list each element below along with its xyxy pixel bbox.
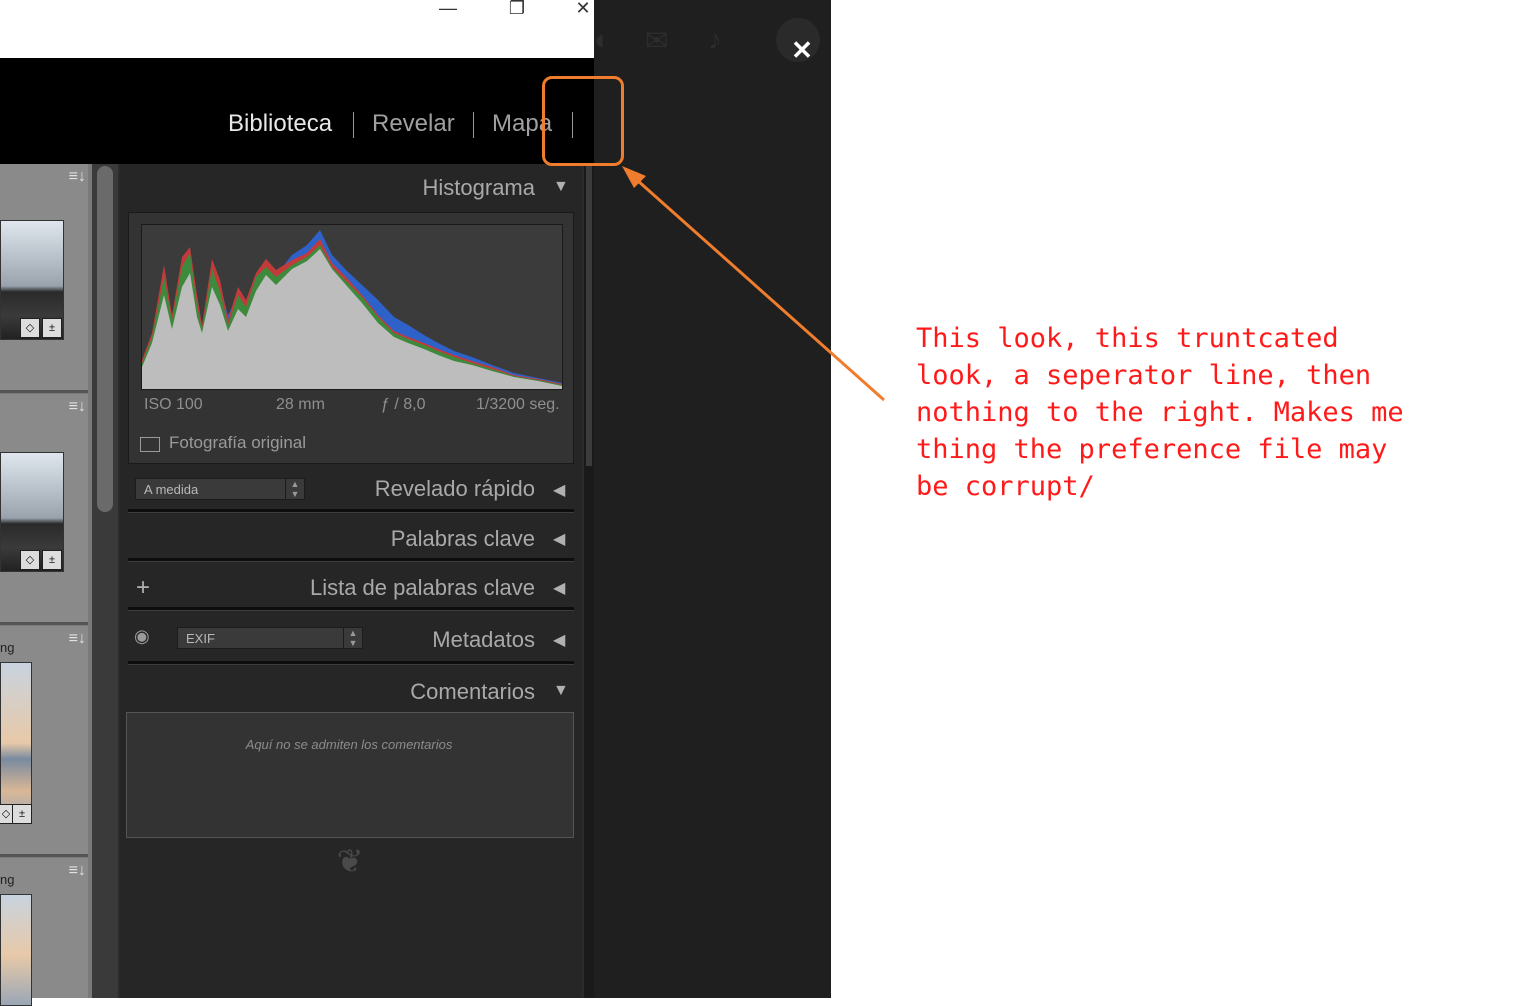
photo-thumbnail[interactable] <box>0 662 32 824</box>
comments-header[interactable]: Comentarios <box>330 679 535 705</box>
module-separator <box>473 112 474 138</box>
panel-divider <box>128 661 574 665</box>
sort-icon[interactable]: ≡↓ <box>69 862 86 880</box>
keyword-tag-icon: ◇ <box>20 550 40 570</box>
original-photo-checkbox[interactable] <box>140 437 160 452</box>
cell-caption: ng <box>0 640 15 655</box>
preset-value: A medida <box>144 482 199 497</box>
quick-develop-header[interactable]: Revelado rápido <box>320 476 535 502</box>
right-panel-scrollbar-thumb[interactable] <box>586 166 592 466</box>
shutter-speed: 1/3200 seg. <box>476 396 560 413</box>
comments-box[interactable] <box>126 712 574 838</box>
sort-icon[interactable]: ≡↓ <box>69 398 86 416</box>
collapse-left-icon[interactable]: ◀ <box>553 480 565 500</box>
window-close-button[interactable]: ✕ <box>572 0 594 20</box>
annotation-arrow <box>622 166 885 402</box>
grid-cell[interactable]: ng ≡↓ <box>0 858 88 1006</box>
histogram-curve <box>142 230 562 389</box>
collapse-left-icon[interactable]: ◀ <box>553 630 565 650</box>
add-keyword-button[interactable]: + <box>136 574 150 602</box>
aperture-value: ƒ / 8,0 <box>381 396 426 413</box>
annotation-text: This look, this truntcated look, a seper… <box>916 323 1404 502</box>
original-photo-label: Fotografía original <box>169 433 307 452</box>
keyword-tag-icon: ◇ <box>20 318 40 338</box>
stepper-arrows-icon: ▲ ▼ <box>343 628 362 648</box>
histogram-header[interactable]: Histograma <box>300 175 535 201</box>
sort-icon[interactable]: ≡↓ <box>69 630 86 648</box>
sort-icon[interactable]: ≡↓ <box>69 168 86 186</box>
module-separator <box>353 112 354 138</box>
panel-end-ornament-icon: ❦ <box>336 843 364 879</box>
restore-button[interactable]: ❐ <box>502 0 532 20</box>
histogram-graph[interactable] <box>141 224 563 390</box>
panel-divider <box>128 607 574 611</box>
edit-badge-icon: ± <box>42 550 62 570</box>
collapse-left-icon[interactable]: ◀ <box>553 529 565 549</box>
collapse-down-icon[interactable]: ▼ <box>553 682 569 700</box>
minimize-button[interactable]: — <box>433 0 463 20</box>
eye-icon[interactable]: ◉ <box>134 626 150 647</box>
metadata-header[interactable]: Metadatos <box>380 627 535 653</box>
stepper-arrows-icon: ▲ ▼ <box>285 479 304 499</box>
grid-cell[interactable]: ≡↓ ◇ ± <box>0 164 88 393</box>
quick-develop-preset-select[interactable]: A medida ▲ ▼ <box>135 478 305 500</box>
grid-scrollbar-thumb[interactable] <box>97 166 113 512</box>
panel-divider <box>128 509 574 513</box>
overlay-close-icon[interactable]: ✕ <box>786 34 818 66</box>
edit-badge-icon: ± <box>42 318 62 338</box>
focal-length: 28 mm <box>276 396 325 413</box>
preset-value: EXIF <box>186 631 215 646</box>
collapse-left-icon[interactable]: ◀ <box>553 578 565 598</box>
grid-cell[interactable]: ng ≡↓ ◇ ± <box>0 626 88 857</box>
module-biblioteca[interactable]: Biblioteca <box>228 110 332 138</box>
collapse-down-icon[interactable]: ▼ <box>553 178 569 196</box>
iso-value: ISO 100 <box>144 396 203 413</box>
edit-badge-icon: ± <box>12 804 32 824</box>
panel-divider <box>128 558 574 562</box>
metadata-preset-select[interactable]: EXIF ▲ ▼ <box>177 627 363 649</box>
mail-icon: ✉ <box>645 25 669 56</box>
photo-thumbnail[interactable] <box>0 894 32 1006</box>
grid-cell[interactable]: ≡↓ ◇ ± <box>0 394 88 625</box>
keyword-list-header[interactable]: Lista de palabras clave <box>260 575 535 601</box>
comments-placeholder: Aquí no se admiten los comentarios <box>245 737 453 752</box>
cell-caption: ng <box>0 872 15 887</box>
bell-icon: ♪ <box>708 24 722 55</box>
globe-icon: ◐ <box>594 24 611 55</box>
module-revelar[interactable]: Revelar <box>372 110 455 138</box>
keywords-header[interactable]: Palabras clave <box>300 526 535 552</box>
